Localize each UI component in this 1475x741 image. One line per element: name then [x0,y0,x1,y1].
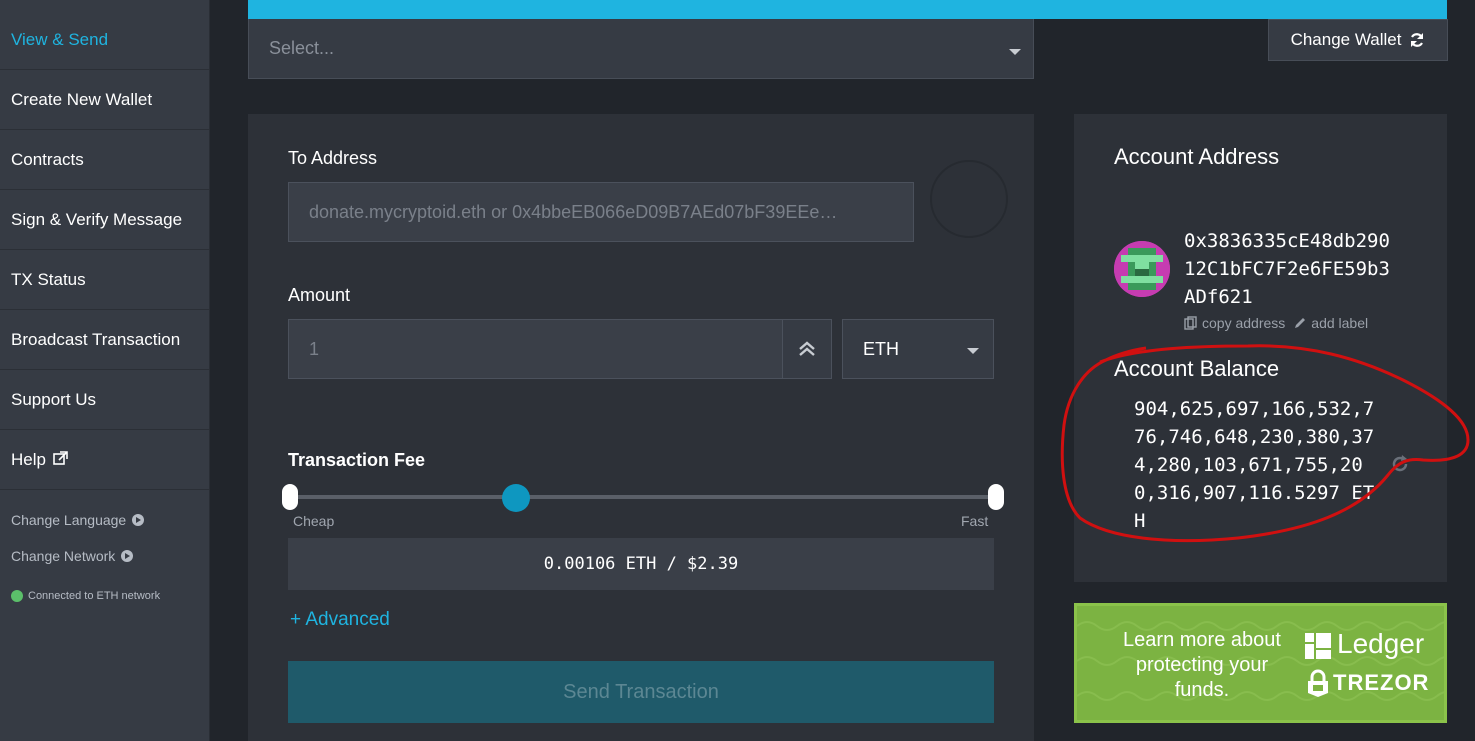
sidebar-item-create-wallet[interactable]: Create New Wallet [0,70,209,130]
unit-select[interactable]: ETH [842,319,994,379]
sidebar-item-label: View & Send [11,29,109,49]
sidebar-item-label: Broadcast Transaction [11,329,181,349]
amount-input[interactable]: 1 [288,319,784,379]
copy-icon [1184,316,1197,330]
top-accent-bar [248,0,1447,19]
account-balance-title: Account Balance [1114,356,1280,381]
account-address-title: Account Address [1114,144,1280,169]
fast-label: Fast [961,513,989,529]
fee-label: Transaction Fee [288,450,426,470]
account-balance: 904,625,697,166,532,776,746,648,230,380,… [1134,398,1375,532]
sidebar-item-label: TX Status [11,269,86,289]
address-identicon-placeholder [930,160,1008,238]
pencil-icon [1295,318,1306,328]
wallet-select[interactable]: Select... [248,19,1034,79]
chevron-down-icon [1009,49,1021,55]
to-address-label: To Address [288,148,378,168]
arrow-circle-right-icon [132,514,145,526]
hardware-wallet-promo[interactable]: Learn more about protecting your funds. … [1074,603,1447,723]
address-actions: copy address add label [1184,315,1376,331]
chevron-down-icon [967,348,979,354]
send-form-panel: To Address donate.mycryptoid.eth or 0x4b… [248,114,1034,741]
network-status: Connected to ETH network [11,590,160,602]
arrow-circle-right-icon [121,550,134,562]
ledger-logo-icon [1305,633,1331,659]
fee-value: 0.00106 ETH / $2.39 [288,538,994,590]
sidebar-item-label: Help [11,449,46,469]
refresh-icon [1392,455,1408,472]
account-panel: Account Address 0x3836335cE48db29012C1bF… [1074,114,1447,582]
to-address-input[interactable]: donate.mycryptoid.eth or 0x4bbeEB066eD09… [288,182,914,242]
identicon-avatar [1114,241,1170,297]
status-dot-icon [11,590,23,602]
sidebar-item-tx-status[interactable]: TX Status [0,250,209,310]
trezor-lock-icon [1308,669,1328,697]
sidebar-item-label: Sign & Verify Message [11,209,183,229]
sidebar-item-view-send[interactable]: View & Send [0,0,209,70]
account-address: 0x3836335cE48db29012C1bFC7F2e6FE59b3ADf6… [1184,230,1390,308]
advanced-link[interactable]: + Advanced [290,609,390,631]
change-language-link[interactable]: Change Language [11,512,145,528]
sidebar-item-label: Support Us [11,389,97,409]
trezor-brand: TREZOR [1307,669,1429,697]
copy-address-button[interactable]: copy address [1184,315,1285,331]
ledger-brand: Ledger [1337,628,1425,659]
promo-text: Learn more about protecting your funds. [1123,629,1281,701]
cheap-label: Cheap [293,513,335,529]
fee-slider-max-handle [988,484,1004,510]
sidebar-item-help[interactable]: Help [0,430,209,490]
send-max-button[interactable] [782,319,832,379]
sidebar-item-contracts[interactable]: Contracts [0,130,209,190]
fee-slider-knob[interactable] [501,484,530,512]
sidebar-item-sign-verify[interactable]: Sign & Verify Message [0,190,209,250]
sidebar: View & Send Create New Wallet Contracts … [0,0,210,741]
fee-slider-min-handle [282,484,298,510]
fee-slider-track[interactable] [290,495,996,499]
refresh-balance-button[interactable] [1390,454,1410,479]
change-network-link[interactable]: Change Network [11,548,134,564]
sidebar-item-label: Create New Wallet [11,89,153,109]
sidebar-item-support[interactable]: Support Us [0,370,209,430]
change-wallet-button[interactable]: Change Wallet [1268,19,1448,61]
double-chevron-up-icon [799,341,815,356]
sidebar-item-label: Contracts [11,149,84,169]
refresh-icon [1411,33,1424,47]
sidebar-item-broadcast[interactable]: Broadcast Transaction [0,310,209,370]
add-label-button[interactable]: add label [1293,315,1368,331]
amount-label: Amount [288,285,351,305]
external-link-icon [53,450,68,470]
send-transaction-button[interactable]: Send Transaction [288,661,994,723]
